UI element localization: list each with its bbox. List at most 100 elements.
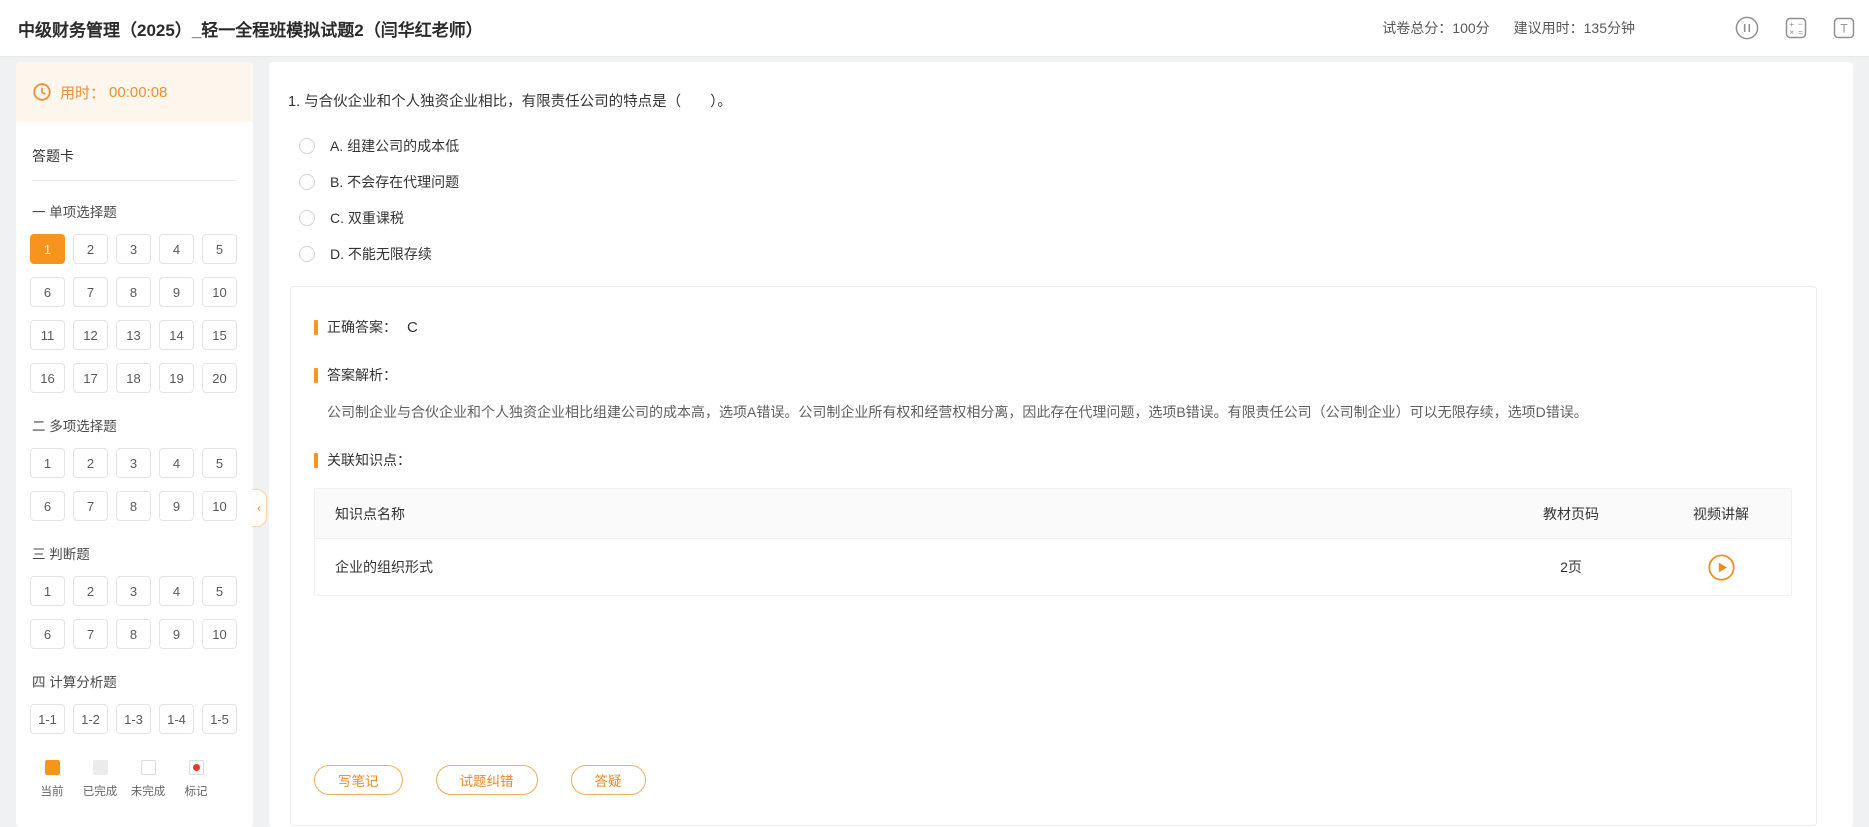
legend-swatch-marked bbox=[188, 760, 204, 775]
option-radio[interactable] bbox=[299, 246, 315, 262]
timer-value: 00:00:08 bbox=[109, 83, 168, 101]
question-number-button[interactable]: 8 bbox=[116, 277, 151, 307]
legend-label: 标记 bbox=[184, 786, 208, 798]
question-grid: 1 2 3 4 5 6 7 8 9 10 11 12 13 14 15 16 17 18 19 20 bbox=[16, 232, 253, 395]
font-size-icon[interactable]: T bbox=[1833, 17, 1855, 39]
option-row[interactable]: B. 不会存在代理问题 bbox=[299, 164, 1829, 200]
section-marker bbox=[314, 452, 318, 468]
question-number-button[interactable]: 1 bbox=[30, 234, 65, 264]
timer-bar: 用时： 00:00:08 bbox=[16, 62, 253, 122]
ask-question-button[interactable]: 答疑 bbox=[570, 765, 646, 795]
question-number-button[interactable]: 10 bbox=[202, 491, 237, 521]
section-title: 三 判断题 bbox=[32, 547, 90, 562]
write-note-button[interactable]: 写笔记 bbox=[314, 765, 403, 795]
question-number-button[interactable]: 9 bbox=[159, 277, 194, 307]
option-label: C. 双重课税 bbox=[330, 210, 404, 226]
sidebar-collapse-button[interactable]: ‹ bbox=[252, 489, 267, 527]
question-number-button[interactable]: 16 bbox=[30, 363, 65, 393]
report-error-button[interactable]: 试题纠错 bbox=[435, 765, 538, 795]
answer-card-body: 一 单项选择题 1 2 3 4 5 6 7 8 9 10 11 12 13 14 15 16 17 18 19 20 二 … bbox=[16, 181, 253, 736]
question-number-button[interactable]: 5 bbox=[202, 448, 237, 478]
table-row: 企业的组织形式 2页 bbox=[315, 539, 1791, 596]
legend-swatch-todo bbox=[140, 760, 156, 775]
calculator-icon[interactable]: + − × = bbox=[1785, 17, 1807, 39]
question-number-button[interactable]: 1-2 bbox=[73, 704, 108, 734]
question-number-button[interactable]: 20 bbox=[202, 363, 237, 393]
question-number-button[interactable]: 5 bbox=[202, 234, 237, 264]
question-number-button[interactable]: 7 bbox=[73, 277, 108, 307]
question-number-button[interactable]: 12 bbox=[73, 320, 108, 350]
question-number-button[interactable]: 7 bbox=[73, 619, 108, 649]
question-number-button[interactable]: 19 bbox=[159, 363, 194, 393]
section-title: 四 计算分析题 bbox=[32, 675, 117, 690]
question-number-button[interactable]: 5 bbox=[202, 576, 237, 606]
pause-icon[interactable] bbox=[1735, 16, 1759, 40]
question-number-button[interactable]: 2 bbox=[73, 448, 108, 478]
question-number-button[interactable]: 3 bbox=[116, 234, 151, 264]
question-number-button[interactable]: 6 bbox=[30, 491, 65, 521]
option-row[interactable]: D. 不能无限存续 bbox=[299, 236, 1829, 272]
option-row[interactable]: C. 双重课税 bbox=[299, 200, 1829, 236]
question-number-button[interactable]: 1-4 bbox=[159, 704, 194, 734]
question-number-button[interactable]: 3 bbox=[116, 576, 151, 606]
question-grid: 1 2 3 4 5 6 7 8 9 10 bbox=[16, 446, 253, 523]
question-number-button[interactable]: 7 bbox=[73, 491, 108, 521]
question-number-button[interactable]: 4 bbox=[159, 576, 194, 606]
play-icon[interactable] bbox=[1707, 554, 1735, 581]
answer-card-title: 答题卡 bbox=[32, 148, 74, 164]
question-number-button[interactable]: 1-3 bbox=[116, 704, 151, 734]
table-header-cell: 视频讲解 bbox=[1693, 505, 1749, 522]
section-title: 一 单项选择题 bbox=[32, 205, 117, 220]
question-number-button[interactable]: 11 bbox=[30, 320, 65, 350]
marked-dot bbox=[192, 764, 200, 771]
question-number-button[interactable]: 15 bbox=[202, 320, 237, 350]
top-bar: 中级财务管理（2025）_轻一全程班模拟试题2（闫华红老师） 试卷总分：100分… bbox=[0, 0, 1869, 57]
question-number-button[interactable]: 6 bbox=[30, 277, 65, 307]
correct-answer-row: 正确答案： C bbox=[314, 317, 1792, 337]
option-radio[interactable] bbox=[299, 138, 315, 154]
option-radio[interactable] bbox=[299, 174, 315, 190]
question-number-button[interactable]: 4 bbox=[159, 234, 194, 264]
question-number-button[interactable]: 14 bbox=[159, 320, 194, 350]
question-number-button[interactable]: 9 bbox=[159, 491, 194, 521]
legend: 当前 已完成 未完成 标记 bbox=[16, 736, 253, 799]
question-number-button[interactable]: 9 bbox=[159, 619, 194, 649]
clock-icon bbox=[33, 83, 51, 101]
question-number-button[interactable]: 8 bbox=[116, 619, 151, 649]
question-number-button[interactable]: 1 bbox=[30, 576, 65, 606]
question-number-button[interactable]: 8 bbox=[116, 491, 151, 521]
question-text: 1. 与合伙企业和个人独资企业相比，有限责任公司的特点是（ ）。 bbox=[288, 94, 732, 110]
question-number-button[interactable]: 17 bbox=[73, 363, 108, 393]
analysis-label: 答案解析： bbox=[327, 367, 397, 383]
question-number-button[interactable]: 18 bbox=[116, 363, 151, 393]
question-number-button[interactable]: 1-1 bbox=[30, 704, 65, 734]
question-number-button[interactable]: 3 bbox=[116, 448, 151, 478]
question-number-button[interactable]: 1 bbox=[30, 448, 65, 478]
question-number-button[interactable]: 2 bbox=[73, 234, 108, 264]
knowledge-point-name: 企业的组织形式 bbox=[335, 559, 433, 576]
question-number-button[interactable]: 4 bbox=[159, 448, 194, 478]
correct-answer-value: C bbox=[407, 318, 418, 336]
svg-text:T: T bbox=[1840, 22, 1848, 36]
question-number-button[interactable]: 10 bbox=[202, 619, 237, 649]
svg-text:×: × bbox=[1789, 27, 1794, 37]
question-number-button[interactable]: 6 bbox=[30, 619, 65, 649]
question-number-button[interactable]: 10 bbox=[202, 277, 237, 307]
option-radio[interactable] bbox=[299, 210, 315, 226]
legend-swatch-current bbox=[44, 760, 60, 775]
action-bar: 写笔记 试题纠错 答疑 bbox=[314, 765, 1792, 807]
question-number-button[interactable]: 1-5 bbox=[202, 704, 237, 734]
section-marker bbox=[314, 319, 318, 335]
svg-text:=: = bbox=[1798, 27, 1803, 37]
question-number-button[interactable]: 2 bbox=[73, 576, 108, 606]
top-bar-right: 试卷总分：100分 建议用时：135分钟 + − × = T bbox=[1382, 16, 1855, 40]
legend-label: 当前 bbox=[40, 786, 64, 798]
option-row[interactable]: A. 组建公司的成本低 bbox=[299, 128, 1829, 164]
legend-item: 未完成 bbox=[124, 760, 172, 799]
option-label: D. 不能无限存续 bbox=[330, 246, 432, 262]
answer-sheet-sidebar: 用时： 00:00:08 答题卡 一 单项选择题 1 2 3 4 5 6 7 8 9 10 11 12 1… bbox=[16, 62, 253, 827]
question-number-button[interactable]: 13 bbox=[116, 320, 151, 350]
knowledge-table-body: 企业的组织形式 2页 bbox=[315, 539, 1791, 596]
suggested-time-label: 建议用时：135分钟 bbox=[1513, 20, 1635, 36]
question-grid: 1-1 1-2 1-3 1-4 1-5 bbox=[16, 702, 253, 736]
